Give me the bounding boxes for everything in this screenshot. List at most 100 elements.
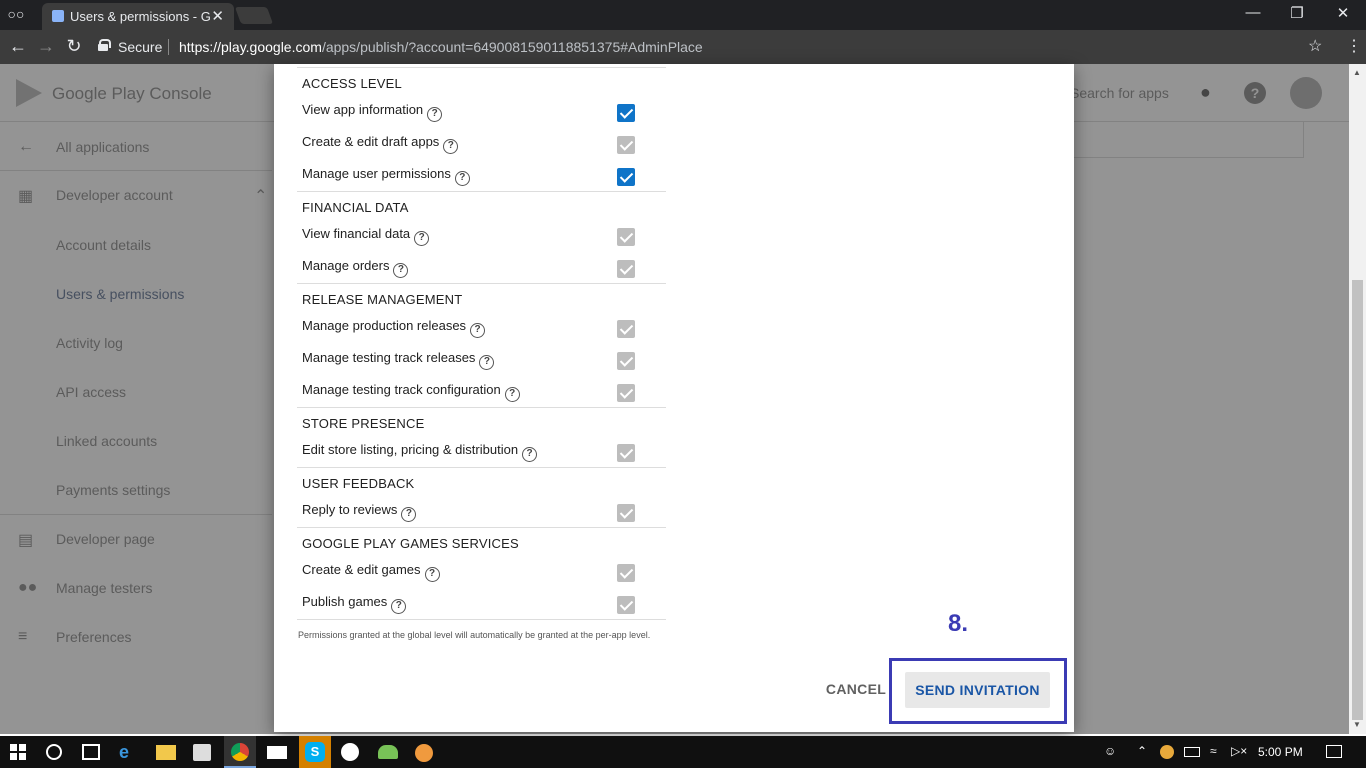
permission-checkbox[interactable] bbox=[617, 104, 635, 122]
permission-row: Manage orders? bbox=[297, 251, 666, 283]
permission-section: STORE PRESENCE Edit store listing, pricin… bbox=[297, 408, 666, 468]
slack-icon[interactable] bbox=[341, 743, 359, 761]
permission-section-title: STORE PRESENCE bbox=[302, 416, 425, 431]
address-divider bbox=[168, 39, 169, 55]
minimize-icon[interactable]: — bbox=[1230, 4, 1276, 21]
permission-checkbox[interactable] bbox=[617, 596, 635, 614]
permission-label: View financial data bbox=[302, 226, 411, 241]
permission-checkbox[interactable] bbox=[617, 260, 635, 278]
window-close-icon[interactable]: ✕ bbox=[1320, 4, 1366, 22]
bookmark-star-icon[interactable]: ☆ bbox=[1308, 36, 1322, 56]
help-circle-icon[interactable]: ? bbox=[427, 107, 443, 122]
invite-user-dialog: ACCESS LEVEL View app information? Create … bbox=[274, 64, 1074, 732]
people-tray-icon[interactable]: ☺ bbox=[1104, 744, 1116, 758]
android-studio-icon[interactable] bbox=[378, 745, 398, 759]
play-console-favicon-icon bbox=[52, 10, 64, 22]
scroll-up-icon[interactable]: ▲ bbox=[1353, 68, 1361, 77]
tab-title: Users & permissions - Google Play Consol… bbox=[70, 9, 210, 24]
permission-section: FINANCIAL DATA View financial data? Manage… bbox=[297, 192, 666, 284]
permission-section: ACCESS LEVEL View app information? Create … bbox=[297, 68, 666, 192]
permission-checkbox[interactable] bbox=[617, 228, 635, 246]
help-circle-icon[interactable]: ? bbox=[479, 355, 495, 370]
taskbar-clock[interactable]: 5:00 PM bbox=[1258, 745, 1303, 759]
permission-section-title: ACCESS LEVEL bbox=[302, 76, 402, 91]
permission-checkbox[interactable] bbox=[617, 564, 635, 582]
permission-checkbox[interactable] bbox=[617, 352, 635, 370]
permission-section-title: GOOGLE PLAY GAMES SERVICES bbox=[302, 536, 519, 551]
back-arrow-icon[interactable]: ← bbox=[6, 36, 30, 57]
paint-icon[interactable] bbox=[415, 744, 433, 762]
reload-icon[interactable]: ↻ bbox=[62, 36, 86, 57]
help-circle-icon[interactable]: ? bbox=[443, 139, 459, 154]
permission-row: Create & edit games? bbox=[297, 555, 666, 587]
tab-close-icon[interactable]: ✕ bbox=[211, 7, 224, 25]
permission-checkbox[interactable] bbox=[617, 168, 635, 186]
mail-icon[interactable] bbox=[267, 746, 287, 759]
windows-taskbar: e S ☺ ⌃ ≈ ▷× 5:00 PM bbox=[0, 736, 1366, 768]
cortana-search-icon[interactable] bbox=[46, 744, 62, 760]
show-hidden-icons-icon[interactable]: ⌃ bbox=[1137, 744, 1147, 758]
help-circle-icon[interactable]: ? bbox=[424, 567, 440, 582]
send-invitation-button[interactable]: SEND INVITATION bbox=[905, 672, 1050, 708]
permission-label: Manage user permissions bbox=[302, 166, 451, 181]
scroll-down-icon[interactable]: ▼ bbox=[1353, 720, 1361, 729]
address-bar[interactable]: Secure https://play.google.com/apps/publ… bbox=[94, 34, 1334, 60]
permission-label: View app information bbox=[302, 102, 424, 117]
help-circle-icon[interactable]: ? bbox=[391, 599, 407, 614]
permission-label: Create & edit draft apps bbox=[302, 134, 440, 149]
help-circle-icon[interactable]: ? bbox=[401, 507, 417, 522]
help-circle-icon[interactable]: ? bbox=[470, 323, 486, 338]
store-icon[interactable] bbox=[193, 744, 211, 761]
wifi-icon[interactable]: ≈ bbox=[1210, 744, 1217, 758]
permissions-footnote: Permissions granted at the global level … bbox=[298, 630, 651, 640]
help-circle-icon[interactable]: ? bbox=[504, 387, 520, 402]
page-scrollbar[interactable]: ▲ ▼ bbox=[1349, 64, 1366, 734]
permission-checkbox[interactable] bbox=[617, 384, 635, 402]
permission-section-title: RELEASE MANAGEMENT bbox=[302, 292, 463, 307]
volume-muted-icon[interactable]: ▷× bbox=[1231, 744, 1247, 758]
battery-icon[interactable] bbox=[1184, 747, 1200, 757]
permission-row: Manage production releases? bbox=[297, 311, 666, 343]
permission-checkbox[interactable] bbox=[617, 136, 635, 154]
permission-row: View app information? bbox=[297, 95, 666, 127]
browser-menu-icon[interactable]: ⋮ bbox=[1346, 36, 1362, 56]
new-tab-button[interactable] bbox=[234, 7, 274, 24]
help-circle-icon[interactable]: ? bbox=[522, 447, 538, 462]
permissions-list: ACCESS LEVEL View app information? Create … bbox=[297, 67, 666, 620]
permission-row: View financial data? bbox=[297, 219, 666, 251]
weather-tray-icon[interactable] bbox=[1160, 745, 1174, 759]
permission-label: Manage testing track releases bbox=[302, 350, 476, 365]
task-view-icon[interactable] bbox=[82, 744, 100, 760]
browser-tab[interactable]: Users & permissions - Google Play Consol… bbox=[42, 3, 234, 30]
windows-start-icon[interactable] bbox=[10, 744, 26, 760]
action-center-icon[interactable] bbox=[1326, 745, 1342, 758]
secure-label: Secure bbox=[118, 39, 163, 55]
cancel-button[interactable]: CANCEL bbox=[814, 676, 898, 702]
permission-checkbox[interactable] bbox=[617, 320, 635, 338]
step-annotation: 8. bbox=[948, 610, 969, 637]
permission-row: Reply to reviews? bbox=[297, 495, 666, 527]
permission-label: Edit store listing, pricing & distributi… bbox=[302, 442, 519, 457]
help-circle-icon[interactable]: ? bbox=[414, 231, 430, 246]
scrollbar-thumb[interactable] bbox=[1352, 280, 1363, 720]
browser-toolbar: ← → ↻ Secure https://play.google.com/app… bbox=[0, 30, 1366, 64]
forward-arrow-icon[interactable]: → bbox=[34, 36, 58, 57]
permission-checkbox[interactable] bbox=[617, 504, 635, 522]
chrome-icon bbox=[231, 743, 249, 761]
edge-browser-icon[interactable]: e bbox=[119, 742, 139, 762]
chrome-taskbar-button[interactable] bbox=[224, 736, 256, 768]
console-page: Google Play Console Search for apps ● ? … bbox=[0, 64, 1366, 734]
help-circle-icon[interactable]: ? bbox=[454, 171, 470, 186]
permission-checkbox[interactable] bbox=[617, 444, 635, 462]
restore-icon[interactable]: ❐ bbox=[1274, 4, 1320, 22]
browser-tab-strip: ○○ Users & permissions - Google Play Con… bbox=[0, 0, 1366, 30]
permission-section-title: FINANCIAL DATA bbox=[302, 200, 409, 215]
lock-icon bbox=[98, 39, 111, 51]
permission-row: Edit store listing, pricing & distributi… bbox=[297, 435, 666, 467]
url-text[interactable]: https://play.google.com/apps/publish/?ac… bbox=[179, 39, 703, 55]
skype-taskbar-button[interactable]: S bbox=[299, 736, 331, 768]
permission-row: Publish games? bbox=[297, 587, 666, 619]
file-explorer-icon[interactable] bbox=[156, 745, 176, 760]
help-circle-icon[interactable]: ? bbox=[393, 263, 409, 278]
permission-section: GOOGLE PLAY GAMES SERVICES Create & edit … bbox=[297, 528, 666, 620]
